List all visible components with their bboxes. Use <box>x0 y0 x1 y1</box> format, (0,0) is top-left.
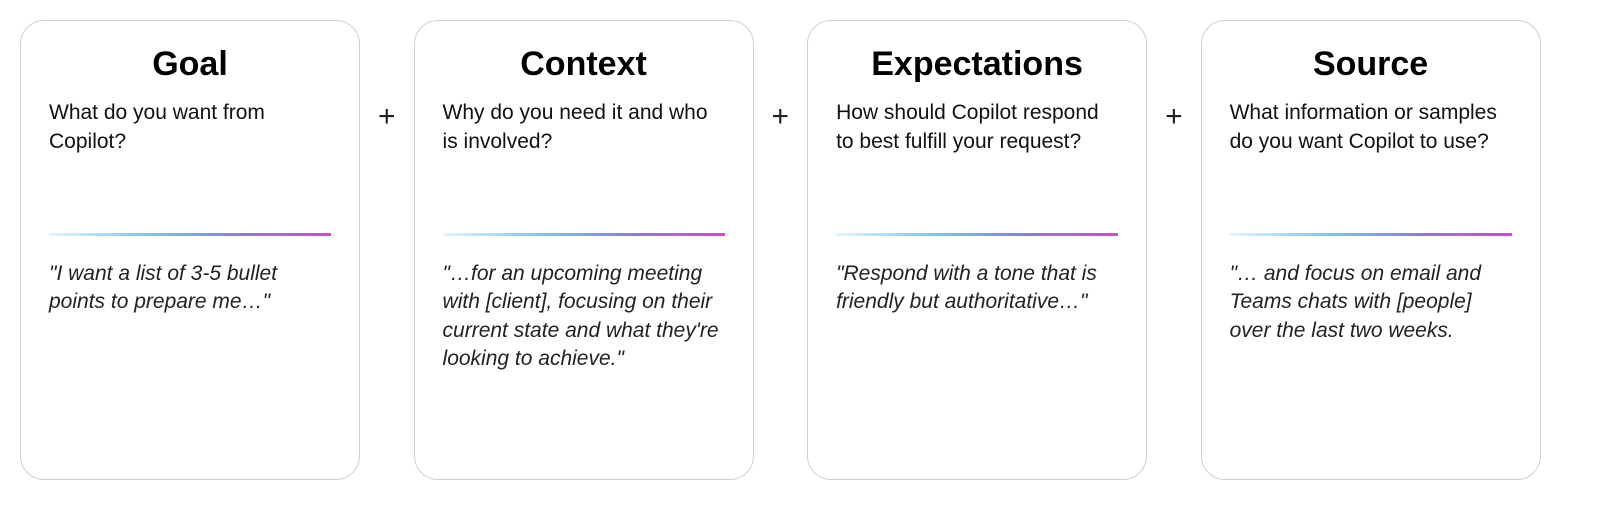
card-title: Source <box>1230 45 1512 84</box>
card-question: How should Copilot respond to best fulfi… <box>836 98 1118 193</box>
card-question: What do you want from Copilot? <box>49 98 331 193</box>
plus-separator: + <box>1161 100 1187 134</box>
gradient-divider <box>836 233 1118 236</box>
card-title: Goal <box>49 45 331 84</box>
card-title: Expectations <box>836 45 1118 84</box>
cards-container: Goal What do you want from Copilot? "I w… <box>20 20 1581 480</box>
card-question: What information or samples do you want … <box>1230 98 1512 193</box>
card-example: "…for an upcoming meeting with [client],… <box>443 260 725 373</box>
card-example: "… and focus on email and Teams chats wi… <box>1230 260 1512 345</box>
gradient-divider <box>1230 233 1512 236</box>
card-expectations: Expectations How should Copilot respond … <box>807 20 1147 480</box>
gradient-divider <box>443 233 725 236</box>
card-title: Context <box>443 45 725 84</box>
card-question: Why do you need it and who is involved? <box>443 98 725 193</box>
gradient-divider <box>49 233 331 236</box>
card-context: Context Why do you need it and who is in… <box>414 20 754 480</box>
plus-separator: + <box>768 100 794 134</box>
card-goal: Goal What do you want from Copilot? "I w… <box>20 20 360 480</box>
plus-separator: + <box>374 100 400 134</box>
card-example: "Respond with a tone that is friendly bu… <box>836 260 1118 317</box>
card-source: Source What information or samples do yo… <box>1201 20 1541 480</box>
card-example: "I want a list of 3-5 bullet points to p… <box>49 260 331 317</box>
